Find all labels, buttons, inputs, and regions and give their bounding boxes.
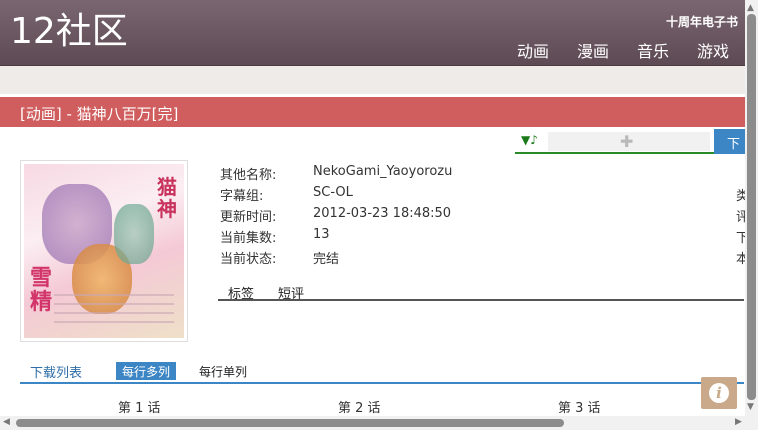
puzzle-icon: ✚	[620, 132, 634, 151]
info-subtabs: 标签 短评	[218, 281, 744, 302]
tab-short-review[interactable]: 短评	[278, 283, 304, 302]
episode-link[interactable]: 第 1 话	[118, 397, 161, 416]
vertical-scroll-thumb[interactable]	[747, 14, 756, 400]
nav-item-games[interactable]: 游戏	[697, 38, 729, 62]
cover-image: 猫神 雪精	[20, 160, 188, 342]
info-value-episodes: 13	[313, 227, 330, 242]
cover-subtitle-text: 雪精	[30, 265, 53, 315]
horizontal-scrollbar[interactable]: ◀ ▶	[0, 416, 758, 430]
info-icon: i	[709, 383, 729, 403]
info-row: 当前状态: 完结	[220, 248, 520, 269]
episode-link[interactable]: 第 3 话	[558, 397, 601, 416]
scroll-left-icon[interactable]: ◀	[3, 417, 10, 427]
tab-download-list[interactable]: 下载列表	[30, 362, 82, 381]
music-toggle-icon[interactable]: ▼♪	[521, 133, 538, 147]
episode-link[interactable]: 第 2 话	[338, 397, 381, 416]
info-label-alias: 其他名称:	[220, 168, 277, 183]
info-value-subgroup[interactable]: SC-OL	[313, 185, 353, 200]
info-button[interactable]: i	[701, 377, 737, 409]
scroll-down-icon[interactable]: ▼	[747, 402, 754, 412]
info-value-alias: NekoGami_Yaoyorozu	[313, 164, 453, 179]
music-player: ▼♪ ✚	[515, 130, 715, 154]
info-label-updated: 更新时间:	[220, 210, 277, 225]
info-label-episodes: 当前集数:	[220, 231, 277, 246]
plugin-placeholder: ✚	[548, 132, 710, 151]
download-tabs: 下载列表 每行多列 每行单列	[20, 362, 744, 384]
tab-tags[interactable]: 标签	[228, 283, 254, 302]
info-value-status: 完结	[313, 252, 340, 267]
download-button[interactable]: 下	[714, 129, 746, 154]
info-row: 更新时间: 2012-03-23 18:48:50	[220, 206, 520, 227]
page-title: [动画] - 猫神八百万[完]	[20, 105, 179, 123]
anniversary-link[interactable]: 十周年电子书	[666, 13, 738, 30]
sub-header-bar	[0, 66, 745, 94]
horizontal-scroll-thumb[interactable]	[16, 419, 564, 427]
vertical-scrollbar[interactable]: ▲ ▼	[745, 0, 758, 416]
scroll-right-icon[interactable]: ▶	[735, 417, 742, 427]
tab-multi-column[interactable]: 每行多列	[116, 362, 177, 380]
page-title-bar: [动画] - 猫神八百万[完]	[0, 97, 745, 127]
info-row: 当前集数: 13	[220, 227, 520, 248]
nav-item-manga[interactable]: 漫画	[577, 38, 609, 62]
nav-item-music[interactable]: 音乐	[637, 38, 669, 62]
info-label-subgroup: 字幕组:	[220, 189, 264, 204]
info-row: 其他名称: NekoGami_Yaoyorozu	[220, 164, 520, 185]
site-header: 12社区 十周年电子书 动画 漫画 音乐 游戏	[0, 0, 745, 66]
site-logo[interactable]: 12社区	[10, 12, 128, 52]
nav-item-anime[interactable]: 动画	[517, 38, 549, 62]
info-row: 字幕组: SC-OL	[220, 185, 520, 206]
cover-title-text: 猫神	[157, 175, 177, 221]
scroll-up-icon[interactable]: ▲	[747, 3, 754, 13]
anime-info: 其他名称: NekoGami_Yaoyorozu 字幕组: SC-OL 更新时间…	[220, 164, 520, 269]
tab-single-column[interactable]: 每行单列	[199, 363, 247, 380]
info-value-updated: 2012-03-23 18:48:50	[313, 206, 452, 221]
top-nav: 动画 漫画 音乐 游戏	[517, 38, 729, 62]
cover-artwork: 猫神 雪精	[24, 164, 184, 338]
info-label-status: 当前状态:	[220, 252, 277, 267]
